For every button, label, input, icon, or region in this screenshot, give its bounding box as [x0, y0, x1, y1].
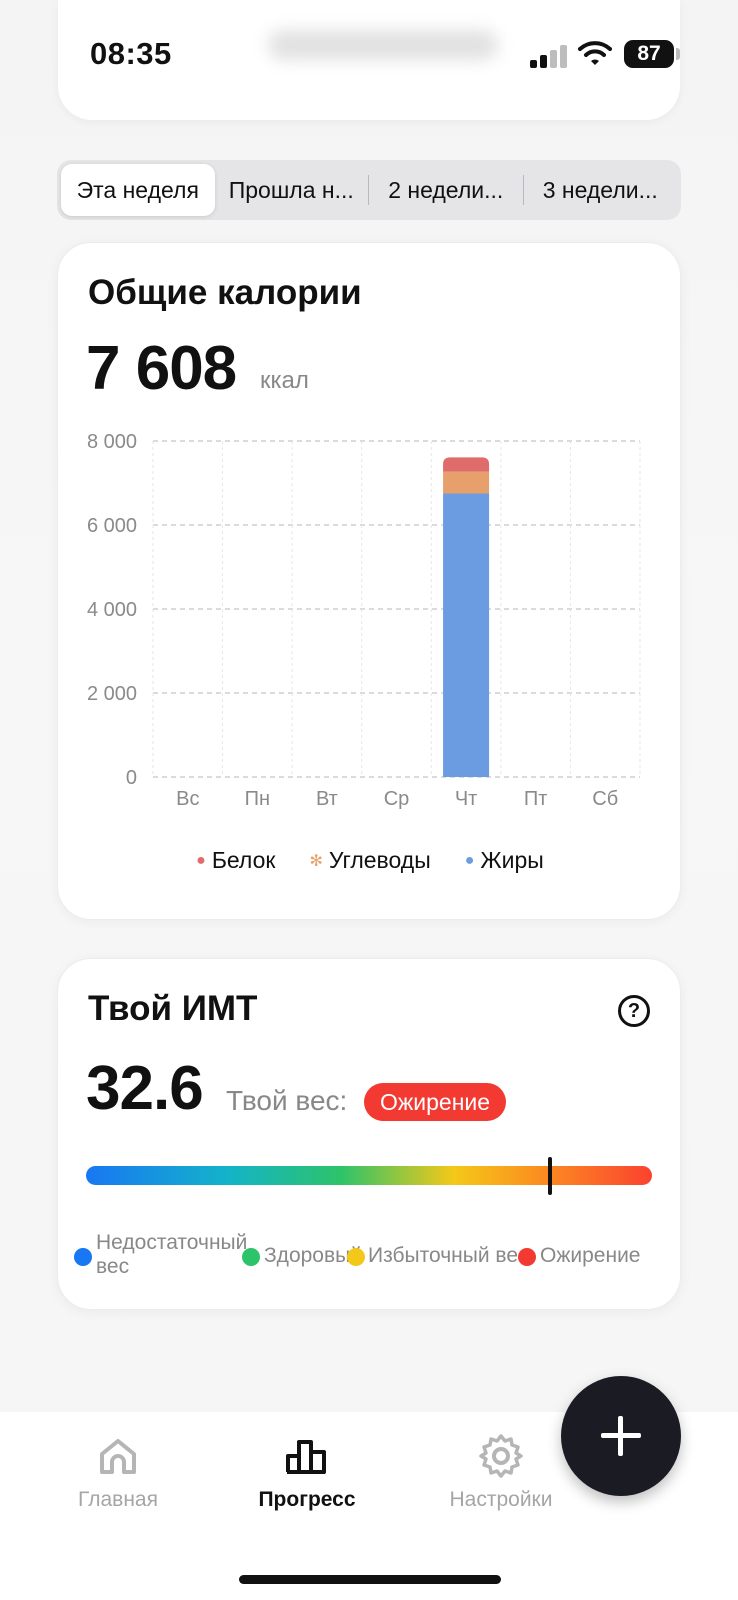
x-tick-label: Пт [524, 788, 548, 810]
battery-tip [676, 48, 680, 60]
legend-fats: ● Жиры [465, 847, 544, 874]
x-tick-label: Ср [384, 788, 410, 810]
y-tick-label: 4 000 [87, 599, 137, 621]
bmi-card: Твой ИМТ ? 32.6 Твой вес: Ожирение Недос… [57, 958, 681, 1310]
tab-two-weeks-ago[interactable]: 2 недели... [369, 164, 523, 216]
legend-carbs: ✻ Углеводы [309, 847, 430, 874]
bmi-weight-label: Твой вес: [226, 1085, 348, 1116]
y-tick-label: 2 000 [87, 683, 137, 705]
chart-legend: ● Белок ✻ Углеводы ● Жиры [58, 847, 682, 874]
period-tabs: Эта неделя Прошла н... 2 недели... 3 нед… [57, 160, 681, 220]
bmi-value: 32.6 [86, 1054, 204, 1123]
legend-carbs-label: Углеводы [328, 847, 431, 873]
bar-chart-icon [286, 1440, 326, 1474]
underweight-dot [74, 1248, 92, 1266]
add-button[interactable] [561, 1376, 681, 1496]
blurred-header-text [268, 30, 498, 60]
tab-three-weeks-ago[interactable]: 3 недели... [524, 164, 678, 216]
bmi-title: Твой ИМТ [88, 989, 258, 1028]
calories-bar-chart: 0 2 000 4 000 6 000 8 000 Вс Пн Вт Ср Чт Пт Сб [87, 431, 641, 810]
legend-protein-label: Белок [211, 847, 276, 873]
help-icon[interactable]: ? [618, 995, 650, 1027]
underweight-label: Недостаточный вес [96, 1231, 248, 1278]
y-tick-label: 8 000 [87, 431, 137, 453]
bmi-status-badge: Ожирение [364, 1083, 507, 1121]
nav-home-label: Главная [78, 1488, 158, 1511]
nav-progress-label: Прогресс [258, 1488, 356, 1511]
home-indicator [239, 1575, 501, 1584]
y-tick-label: 0 [126, 767, 137, 789]
bmi-scale-marker [548, 1157, 553, 1195]
x-tick-label: Сб [592, 788, 618, 810]
bar-segment [443, 457, 490, 472]
wifi-icon [578, 41, 612, 65]
legend-protein: ● Белок [196, 847, 275, 874]
bmi-scale-bar [86, 1166, 652, 1185]
obesity-dot [518, 1248, 536, 1266]
healthy-dot [242, 1248, 260, 1266]
x-tick-label: Чт [455, 788, 478, 810]
nav-settings-label: Настройки [449, 1488, 553, 1511]
nav-progress[interactable]: Прогресс [232, 1432, 382, 1512]
overweight-label: Избыточный вес [368, 1244, 529, 1267]
y-tick-label: 6 000 [87, 515, 137, 537]
obesity-label: Ожирение [540, 1244, 641, 1267]
gear-icon [479, 1434, 523, 1478]
total-calories-card: Общие калории 7 608 ккал 02 000 4 000 6 00… [57, 242, 681, 920]
x-tick-label: Вс [176, 788, 199, 810]
plus-icon [618, 1416, 623, 1456]
battery-indicator: 87 [624, 40, 674, 68]
drumstick-icon: ● [196, 851, 206, 869]
bar-segment [443, 471, 490, 494]
bar-segment [443, 493, 490, 777]
legend-fats-label: Жиры [480, 847, 544, 873]
x-tick-label: Вт [316, 788, 338, 810]
tab-last-week[interactable]: Прошла н... [215, 164, 369, 216]
nav-home[interactable]: Главная [43, 1432, 193, 1512]
home-icon [100, 1439, 136, 1474]
oil-drop-icon: ● [464, 851, 475, 869]
status-time: 08:35 [90, 36, 172, 71]
x-tick-label: Пн [245, 788, 270, 810]
status-bar: 08:35 87 [0, 0, 738, 110]
tab-this-week[interactable]: Эта неделя [61, 164, 215, 216]
nav-settings[interactable]: Настройки [426, 1432, 576, 1512]
overweight-dot [347, 1248, 365, 1266]
wheat-icon: ✻ [309, 852, 323, 870]
bmi-legend: Недостаточный вес Здоровый Избыточный ве… [74, 1231, 670, 1291]
cellular-signal-icon [530, 44, 567, 68]
